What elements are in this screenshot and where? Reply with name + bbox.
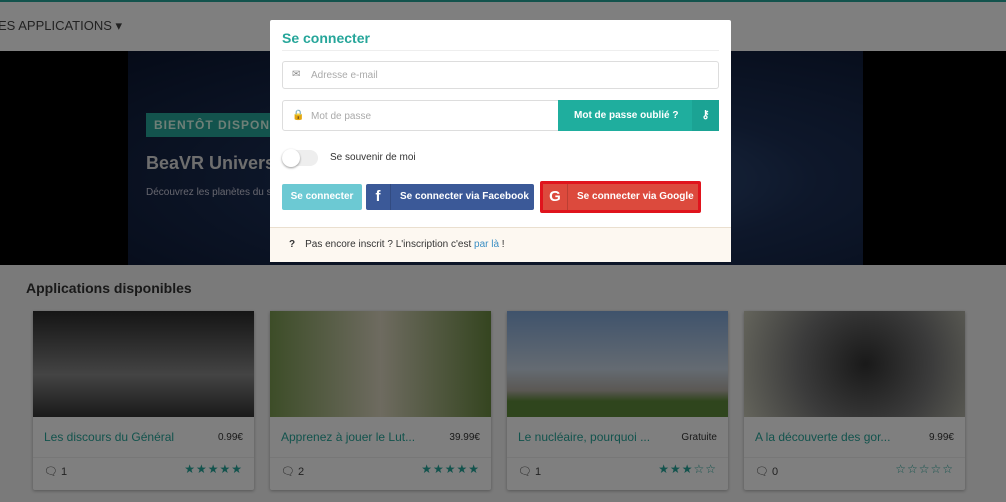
remember-me-toggle[interactable]	[282, 149, 318, 167]
facebook-login-label: Se connecter via Facebook	[400, 191, 529, 202]
signup-link[interactable]: par là	[474, 239, 499, 250]
facebook-login-button[interactable]: f Se connecter via Facebook	[366, 184, 534, 210]
password-field[interactable]: 🔒 Mot de passe	[282, 100, 582, 131]
divider	[282, 50, 719, 51]
key-icon: ⚷	[692, 100, 719, 131]
password-placeholder: Mot de passe	[311, 111, 372, 122]
forgot-password-button[interactable]: Mot de passe oublié ? ⚷	[558, 100, 719, 131]
modal-title: Se connecter	[282, 30, 370, 46]
google-login-button[interactable]: G Se connecter via Google	[540, 181, 701, 213]
google-login-label: Se connecter via Google	[577, 191, 694, 202]
email-field[interactable]: ✉ Adresse e-mail	[282, 61, 719, 89]
google-icon: G	[543, 184, 568, 210]
facebook-icon: f	[366, 184, 391, 210]
lock-icon: 🔒	[292, 110, 305, 121]
login-modal: Se connecter ✉ Adresse e-mail 🔒 Mot de p…	[270, 20, 731, 262]
envelope-icon: ✉	[292, 69, 301, 80]
email-placeholder: Adresse e-mail	[311, 70, 378, 81]
signup-text-end: !	[499, 239, 505, 250]
remember-me-label[interactable]: Se souvenir de moi	[330, 152, 416, 163]
signup-text: Pas encore inscrit ? L'inscription c'est	[305, 239, 475, 250]
question-icon: ?	[289, 239, 296, 250]
login-button[interactable]: Se connecter	[282, 184, 362, 210]
signup-footer: ? Pas encore inscrit ? L'inscription c'es…	[270, 227, 731, 262]
forgot-password-label: Mot de passe oublié ?	[574, 110, 679, 121]
